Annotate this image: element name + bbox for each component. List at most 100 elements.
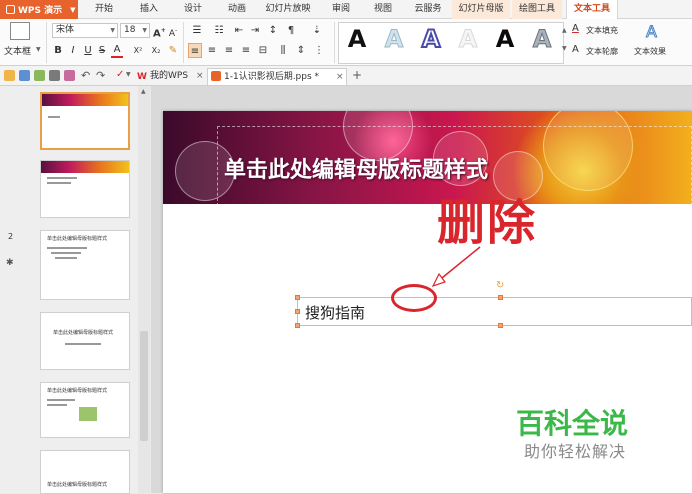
resize-handle[interactable] [295, 323, 300, 328]
text-effect-icon[interactable]: A [646, 22, 658, 42]
thumbnail-title: 单击此处编辑母版标题样式 [47, 482, 108, 488]
text-style-silver[interactable]: A [525, 23, 559, 55]
superscript-button[interactable]: X² [130, 43, 146, 58]
thumbnail-layout-1[interactable] [40, 160, 130, 218]
tab-home[interactable]: 开始 [88, 0, 120, 19]
text-fill-button[interactable]: 文本填充 [586, 25, 618, 36]
text-style-outline-blue[interactable]: A [414, 23, 448, 55]
text-style-black[interactable]: A [340, 23, 374, 55]
close-icon[interactable]: × [336, 69, 344, 85]
thumbnail-master[interactable] [40, 92, 130, 150]
save-icon[interactable] [19, 70, 30, 81]
bullet-list-icon[interactable]: ☰ [188, 23, 206, 38]
resize-handle[interactable] [295, 295, 300, 300]
wps-logo-icon [6, 5, 15, 14]
tab-slideshow[interactable]: 幻灯片放映 [262, 0, 314, 19]
text-style-bold-black[interactable]: A [488, 23, 522, 55]
thumbnail-lines [47, 399, 107, 409]
text-direction-icon[interactable]: ⇣ [308, 23, 326, 38]
resize-handle[interactable] [498, 323, 503, 328]
doc-tab-active-file[interactable]: 1-1认识影视后期.pps * × [207, 68, 347, 85]
close-icon[interactable]: × [196, 68, 204, 84]
doc-tab-label: 我的WPS [150, 71, 189, 81]
gallery-scroll-up-icon[interactable]: ▲ [562, 27, 567, 34]
align-left-icon[interactable]: ≡ [188, 43, 202, 58]
tab-cloud[interactable]: 云服务 [408, 0, 448, 19]
tab-slide-master[interactable]: 幻灯片母版 [452, 0, 510, 19]
redo-icon[interactable]: ↷ [96, 69, 105, 82]
font-name-select[interactable]: 宋体 ▼ [52, 23, 118, 38]
grow-font-button[interactable]: A+ [153, 23, 166, 39]
font-color-button[interactable]: A [111, 43, 123, 58]
tab-review[interactable]: 审阅 [324, 0, 358, 19]
tab-view[interactable]: 视图 [366, 0, 400, 19]
line-spacing-icon[interactable]: ↕ [266, 23, 280, 38]
text-outline-button[interactable]: 文本轮廓 [586, 46, 618, 57]
format-painter-icon[interactable]: ✓ [116, 69, 124, 80]
slide-title[interactable]: 单击此处编辑母版标题样式 [224, 152, 488, 184]
resize-handle[interactable] [295, 309, 300, 314]
thumbnail-layout-4[interactable]: 单击此处编辑母版标题样式 [40, 382, 130, 438]
thumbnail-layout-5[interactable]: 单击此处编辑母版标题样式 [40, 450, 130, 494]
textbox-content[interactable]: 搜狗指南 [305, 302, 365, 323]
text-outline-icon[interactable]: A [572, 44, 579, 55]
textbox-button-label[interactable]: 文本框 [4, 44, 31, 57]
presentation-file-icon [211, 71, 221, 81]
font-name-value: 宋体 [56, 25, 75, 35]
align-right-icon[interactable]: ≡ [222, 43, 236, 58]
clear-format-icon[interactable]: ✎ [166, 43, 180, 58]
shrink-font-button[interactable]: A- [167, 23, 179, 39]
textbox-dropdown-icon[interactable]: ▼ [36, 46, 41, 53]
text-effect-button[interactable]: 文本效果 [634, 46, 666, 57]
thumbnail-layout-3[interactable]: 单击此处编辑母版标题样式 [40, 312, 130, 370]
tab-insert[interactable]: 插入 [132, 0, 166, 19]
undo-icon[interactable]: ↶ [81, 69, 90, 82]
scrollbar-thumb[interactable] [140, 331, 148, 441]
thumbnail-scrollbar[interactable]: ▲ [138, 86, 150, 493]
chevron-down-icon: ▼ [142, 27, 147, 34]
strikethrough-button[interactable]: S [96, 43, 108, 58]
justify-icon[interactable]: ≡ [239, 43, 253, 58]
pin-icon[interactable]: ✱ [6, 258, 14, 268]
tab-animation[interactable]: 动画 [220, 0, 254, 19]
export-icon[interactable] [34, 70, 45, 81]
bold-button[interactable]: B [52, 43, 64, 58]
distribute-icon[interactable]: ⊟ [256, 43, 270, 58]
thumbnail-layout-2[interactable]: 单击此处编辑母版标题样式 [40, 230, 130, 300]
preview-icon[interactable] [64, 70, 75, 81]
tab-drawing-tools[interactable]: 绘图工具 [512, 0, 562, 19]
thumbnail-lines [48, 116, 108, 121]
decrease-indent-icon[interactable]: ⇤ [232, 23, 246, 38]
annotation-arrow [431, 246, 481, 288]
new-tab-icon[interactable]: + [352, 68, 362, 82]
resize-handle[interactable] [498, 295, 503, 300]
align-center-icon[interactable]: ≡ [205, 43, 219, 58]
doc-tab-my-wps[interactable]: W 我的WPS × [134, 68, 206, 85]
numbered-list-icon[interactable]: ☷ [210, 23, 228, 38]
chevron-down-icon[interactable]: ▼ [126, 71, 131, 78]
scroll-up-icon[interactable]: ▲ [141, 88, 146, 95]
app-menu-button[interactable]: WPS 演示 ▼ [0, 0, 78, 19]
tab-text-tools[interactable]: 文本工具 [566, 0, 618, 20]
text-style-light-gray[interactable]: A [451, 23, 485, 55]
font-size-select[interactable]: 18 ▼ [120, 23, 150, 38]
paragraph-icon[interactable]: ¶ [284, 23, 298, 38]
columns-icon[interactable]: ⫼ [276, 43, 290, 58]
text-fill-icon[interactable]: A [572, 23, 579, 34]
tab-design[interactable]: 设计 [176, 0, 210, 19]
vertical-align-icon[interactable]: ⇕ [294, 43, 308, 58]
open-folder-icon[interactable] [4, 70, 15, 81]
rotate-handle-icon[interactable]: ↻ [496, 280, 504, 291]
slide-thumbnail-pane: 2 ✱ 单击此处编辑母版标题样式 单击此处编辑母版标题样式 单击此处编辑母版标题… [0, 86, 150, 494]
subscript-button[interactable]: X₂ [148, 43, 164, 58]
textbox-icon[interactable] [10, 22, 30, 40]
print-icon[interactable] [49, 70, 60, 81]
underline-button[interactable]: U [82, 43, 94, 58]
more-options-icon[interactable]: ⋮ [312, 43, 326, 58]
italic-button[interactable]: I [67, 43, 79, 58]
thumbnail-title: 单击此处编辑母版标题样式 [47, 236, 108, 242]
text-style-light-blue[interactable]: A [377, 23, 411, 55]
ribbon-separator [334, 22, 335, 63]
gallery-expand-icon[interactable]: ▼ [562, 45, 567, 52]
increase-indent-icon[interactable]: ⇥ [248, 23, 262, 38]
